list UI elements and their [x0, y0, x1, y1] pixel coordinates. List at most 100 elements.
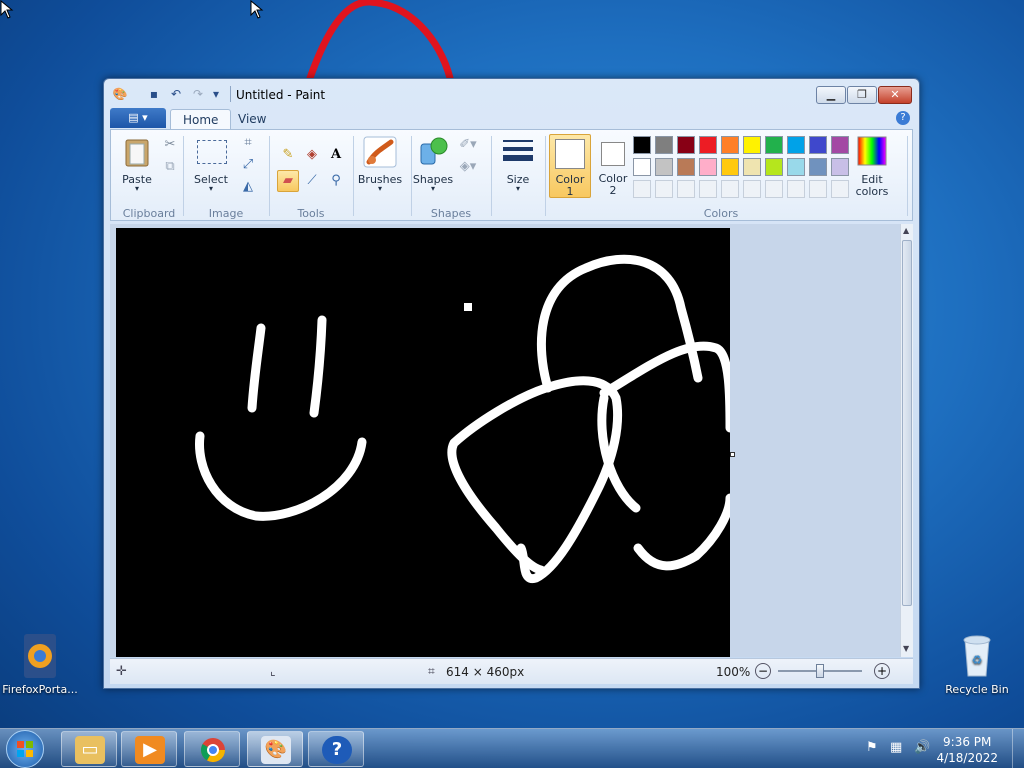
color-swatch[interactable] — [655, 158, 673, 176]
taskbar-chrome[interactable] — [184, 731, 240, 767]
media-player-icon: ▶ — [135, 736, 165, 764]
paint-icon: 🎨 — [261, 736, 291, 764]
custom-color-slot[interactable] — [721, 180, 739, 198]
edit-colors-icon[interactable] — [857, 136, 887, 166]
undo-icon[interactable]: ↶ — [168, 87, 184, 102]
edit-colors-label-2[interactable]: colors — [849, 185, 895, 198]
scroll-up-icon[interactable]: ▲ — [903, 226, 909, 235]
canvas-dimensions: 614 × 460px — [446, 665, 525, 679]
canvas-workspace[interactable] — [110, 224, 900, 657]
maximize-button[interactable]: ❐ — [847, 86, 877, 104]
network-icon[interactable]: ▦ — [890, 740, 902, 755]
title-bar[interactable]: 🎨 ▪ ↶ ↷ ▾ Untitled - Paint ▁ ❐ ✕ — [104, 79, 919, 107]
fill-icon[interactable]: ◈ — [301, 144, 323, 166]
clock-time: 9:36 PM — [943, 735, 992, 749]
color-swatch[interactable] — [699, 158, 717, 176]
color-swatch[interactable] — [787, 136, 805, 154]
taskbar-help[interactable]: ? — [308, 731, 364, 767]
clock[interactable]: 9:36 PM 4/18/2022 — [936, 734, 998, 766]
custom-color-slot[interactable] — [633, 180, 651, 198]
scrollbar-thumb[interactable] — [902, 240, 912, 606]
show-desktop-button[interactable] — [1012, 729, 1024, 768]
color2-button[interactable]: Color 2 — [593, 134, 633, 198]
custom-color-slot[interactable] — [831, 180, 849, 198]
redo-icon[interactable]: ↷ — [190, 87, 206, 102]
pencil-icon[interactable]: ✎ — [277, 144, 299, 166]
magnifier-icon[interactable]: ⚲ — [325, 170, 347, 192]
paste-icon[interactable] — [123, 136, 153, 168]
desktop-icon-firefox-portable[interactable]: FirefoxPorta... — [0, 632, 80, 696]
color-swatch[interactable] — [743, 136, 761, 154]
zoom-slider-thumb[interactable] — [816, 664, 824, 678]
copy-icon[interactable]: ⧉ — [159, 156, 181, 178]
select-icon[interactable] — [197, 140, 227, 164]
color-swatch[interactable] — [831, 136, 849, 154]
tab-home[interactable]: Home — [170, 109, 232, 129]
zoom-out-button[interactable]: − — [755, 663, 771, 679]
desktop-icon-label: FirefoxPorta... — [2, 683, 78, 696]
tab-view[interactable]: View — [226, 109, 278, 129]
desktop-icon-recycle-bin[interactable]: ♻ Recycle Bin — [937, 632, 1017, 696]
color-swatch[interactable] — [633, 158, 651, 176]
zoom-in-button[interactable]: + — [874, 663, 890, 679]
color-swatch[interactable] — [831, 158, 849, 176]
quick-access-dropdown-icon[interactable]: ▾ — [208, 87, 224, 102]
eraser-icon[interactable]: ▰ — [277, 170, 299, 192]
color-swatch[interactable] — [721, 158, 739, 176]
title-separator — [230, 86, 231, 102]
rotate-icon[interactable]: ◭ — [237, 176, 259, 198]
minimize-button[interactable]: ▁ — [816, 86, 846, 104]
custom-color-slot[interactable] — [809, 180, 827, 198]
vertical-scrollbar[interactable]: ▲ ▼ — [900, 224, 913, 657]
color2-swatch — [601, 142, 625, 166]
color-swatch[interactable] — [809, 158, 827, 176]
zoom-level: 100% — [716, 665, 751, 679]
color-swatch[interactable] — [765, 136, 783, 154]
custom-color-slot[interactable] — [765, 180, 783, 198]
save-icon[interactable]: ▪ — [146, 87, 162, 102]
start-button[interactable] — [6, 730, 44, 768]
taskbar-media-player[interactable]: ▶ — [121, 731, 177, 767]
group-label-colors: Colors — [703, 207, 739, 220]
custom-color-slot[interactable] — [655, 180, 673, 198]
taskbar-paint[interactable]: 🎨 — [247, 731, 303, 767]
canvas-drawing — [195, 254, 735, 584]
paint-app-icon[interactable]: 🎨 — [112, 87, 128, 102]
chevron-down-icon: ▾ — [515, 184, 520, 193]
color-swatch[interactable] — [765, 158, 783, 176]
custom-color-slot[interactable] — [743, 180, 761, 198]
close-button[interactable]: ✕ — [878, 86, 912, 104]
color-swatch[interactable] — [809, 136, 827, 154]
color-swatch[interactable] — [721, 136, 739, 154]
color-swatch[interactable] — [743, 158, 761, 176]
custom-color-slot[interactable] — [677, 180, 695, 198]
resize-handle[interactable] — [730, 452, 735, 457]
paint-menu-button[interactable]: ▤ ▾ — [110, 108, 166, 128]
color-swatch[interactable] — [633, 136, 651, 154]
cut-icon[interactable]: ✂ — [159, 134, 181, 156]
action-center-icon[interactable]: ⚑ — [866, 740, 878, 755]
text-icon[interactable]: A — [325, 144, 347, 166]
brushes-icon[interactable] — [363, 136, 397, 168]
shape-fill-icon[interactable]: ◈▾ — [457, 156, 479, 178]
color-swatch[interactable] — [677, 158, 695, 176]
crop-icon[interactable]: ⌗ — [237, 132, 259, 154]
color-picker-icon[interactable]: ⟋ — [301, 170, 323, 192]
color1-button[interactable]: Color 1 — [549, 134, 591, 198]
outline-icon[interactable]: ✐▾ — [457, 134, 479, 156]
drawing-canvas[interactable] — [116, 228, 735, 657]
color-swatch[interactable] — [677, 136, 695, 154]
volume-icon[interactable]: 🔊 — [914, 740, 930, 755]
shapes-icon[interactable] — [417, 136, 449, 168]
resize-icon[interactable]: ⤢ — [237, 154, 259, 176]
taskbar-explorer[interactable]: ▭ — [61, 731, 117, 767]
size-icon[interactable] — [501, 138, 535, 166]
firefox-portable-icon — [24, 634, 56, 678]
custom-color-slot[interactable] — [787, 180, 805, 198]
help-icon[interactable]: ? — [896, 111, 910, 125]
custom-color-slot[interactable] — [699, 180, 717, 198]
color-swatch[interactable] — [699, 136, 717, 154]
color-swatch[interactable] — [655, 136, 673, 154]
color-swatch[interactable] — [787, 158, 805, 176]
scroll-down-icon[interactable]: ▼ — [903, 644, 909, 653]
